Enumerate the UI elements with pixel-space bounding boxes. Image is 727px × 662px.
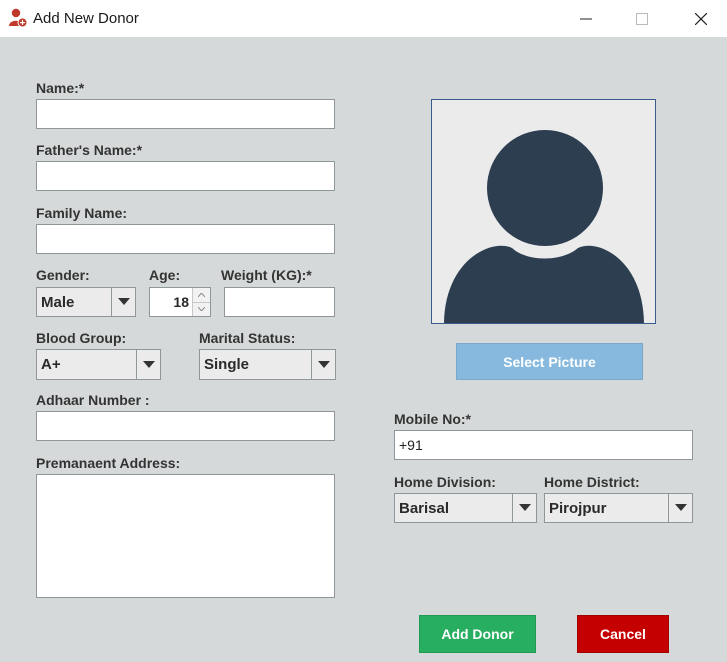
family-name-label: Family Name: xyxy=(36,205,128,221)
add-user-icon xyxy=(9,8,28,28)
close-icon xyxy=(695,12,707,25)
blood-group-label: Blood Group: xyxy=(36,330,127,346)
cancel-button[interactable]: Cancel xyxy=(577,615,669,653)
select-picture-button[interactable]: Select Picture xyxy=(456,343,643,380)
title-bar: Add New Donor xyxy=(0,0,727,37)
minimize-icon xyxy=(580,18,592,19)
home-district-value: Pirojpur xyxy=(549,499,607,517)
maximize-icon xyxy=(636,12,648,25)
age-spinner[interactable]: 18 xyxy=(149,287,211,317)
fathers-name-input[interactable] xyxy=(36,161,335,191)
close-button[interactable] xyxy=(678,0,724,37)
gender-select[interactable]: Male xyxy=(36,287,136,317)
spinner-up-button[interactable] xyxy=(193,288,210,302)
weight-input[interactable] xyxy=(224,287,335,317)
donor-photo xyxy=(431,99,656,324)
name-input[interactable] xyxy=(36,99,335,129)
adhaar-input[interactable] xyxy=(36,411,335,441)
weight-label: Weight (KG):* xyxy=(221,267,312,283)
home-division-select[interactable]: Barisal xyxy=(394,493,537,523)
window-title: Add New Donor xyxy=(33,10,139,27)
age-value: 18 xyxy=(173,294,189,310)
blood-group-select[interactable]: A+ xyxy=(36,349,161,380)
chevron-down-icon[interactable] xyxy=(668,494,692,522)
marital-status-label: Marital Status: xyxy=(199,330,296,346)
home-division-value: Barisal xyxy=(399,499,450,517)
chevron-down-icon[interactable] xyxy=(136,350,160,379)
marital-status-value: Single xyxy=(204,356,250,373)
minimize-button[interactable] xyxy=(563,0,609,37)
address-textarea[interactable] xyxy=(36,474,335,598)
chevron-down-icon[interactable] xyxy=(512,494,536,522)
gender-value: Male xyxy=(41,293,75,311)
chevron-down-icon[interactable] xyxy=(111,288,135,316)
chevron-up-icon xyxy=(198,292,205,297)
chevron-down-icon[interactable] xyxy=(311,350,335,379)
maximize-button[interactable] xyxy=(619,0,665,37)
name-label: Name:* xyxy=(36,80,85,96)
spinner-down-button[interactable] xyxy=(193,301,210,316)
mobile-input[interactable]: +91 xyxy=(394,430,693,460)
add-donor-button[interactable]: Add Donor xyxy=(419,615,536,653)
blood-group-value: A+ xyxy=(41,356,61,373)
mobile-label: Mobile No:* xyxy=(394,411,471,427)
family-name-input[interactable] xyxy=(36,224,335,254)
home-district-select[interactable]: Pirojpur xyxy=(544,493,693,523)
home-division-label: Home Division: xyxy=(394,474,496,490)
fathers-name-label: Father's Name:* xyxy=(36,142,143,158)
age-label: Age: xyxy=(149,267,181,283)
address-label: Premanaent Address: xyxy=(36,455,181,471)
adhaar-label: Adhaar Number : xyxy=(36,392,150,408)
home-district-label: Home District: xyxy=(544,474,640,490)
user-avatar-icon xyxy=(444,130,644,323)
chevron-down-icon xyxy=(198,307,205,312)
marital-status-select[interactable]: Single xyxy=(199,349,336,380)
gender-label: Gender: xyxy=(36,267,90,283)
